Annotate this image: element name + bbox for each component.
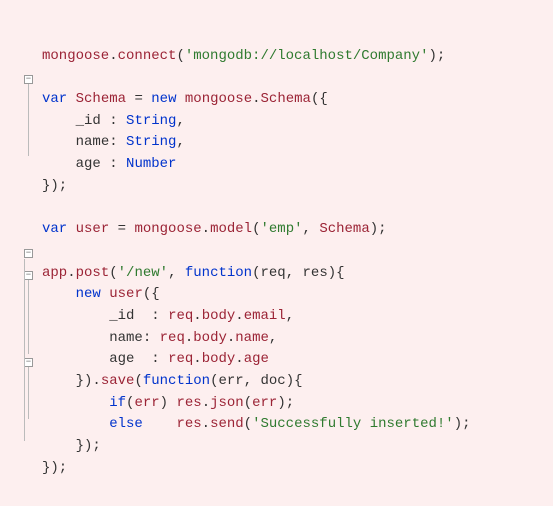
code-content: mongoose.connect('mongodb://localhost/Co… <box>14 24 539 501</box>
code-line: }); <box>42 460 67 476</box>
code-line: }); <box>42 438 101 454</box>
code-line: }); <box>42 178 67 194</box>
code-line: name: String, <box>42 134 185 150</box>
code-line: name: req.body.name, <box>42 330 277 346</box>
code-line: mongoose.connect('mongodb://localhost/Co… <box>42 48 445 64</box>
fold-icon[interactable] <box>24 75 33 84</box>
code-line: new user({ <box>42 286 160 302</box>
code-line: }).save(function(err, doc){ <box>42 373 303 389</box>
code-line: var Schema = new mongoose.Schema({ <box>42 91 328 107</box>
code-line: var user = mongoose.model('emp', Schema)… <box>42 221 387 237</box>
code-line: age : req.body.age <box>42 351 269 367</box>
code-line: _id : String, <box>42 113 185 129</box>
code-editor: mongoose.connect('mongodb://localhost/Co… <box>14 24 539 501</box>
fold-icon[interactable] <box>24 271 33 280</box>
code-line: else res.send('Successfully inserted!'); <box>42 416 471 432</box>
code-line: if(err) res.json(err); <box>42 395 294 411</box>
fold-gutter <box>14 24 42 501</box>
fold-icon[interactable] <box>24 249 33 258</box>
code-line: _id : req.body.email, <box>42 308 294 324</box>
code-line: age : Number <box>42 156 176 172</box>
fold-icon[interactable] <box>24 358 33 367</box>
code-line: app.post('/new', function(req, res){ <box>42 265 345 281</box>
